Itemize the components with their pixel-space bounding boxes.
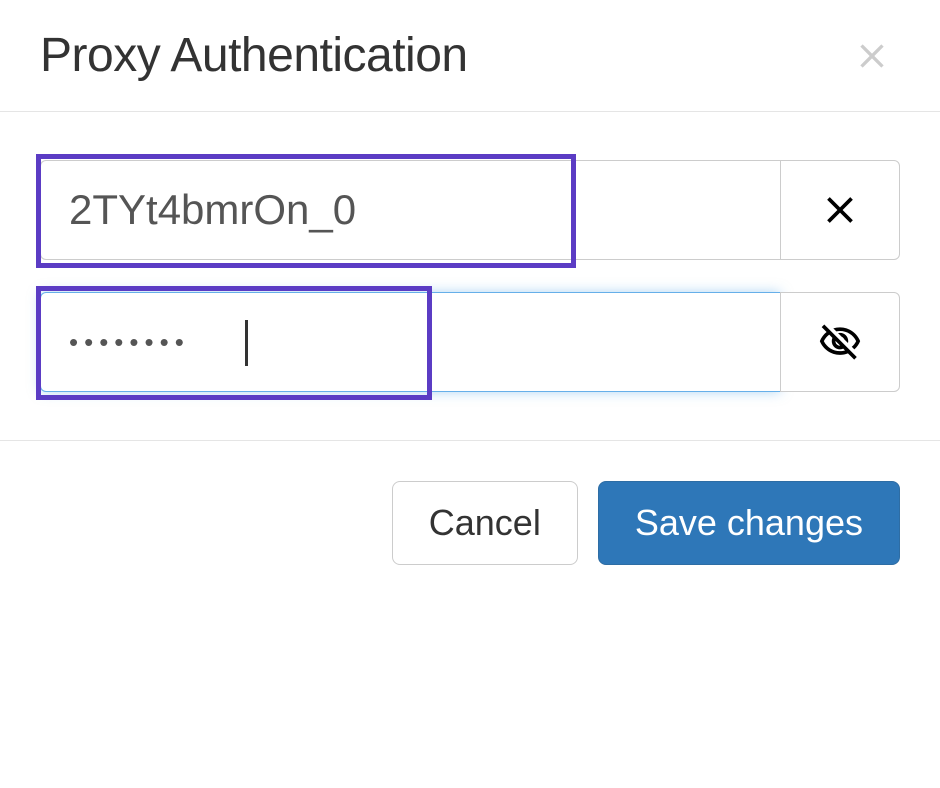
cancel-button[interactable]: Cancel — [392, 481, 578, 565]
modal-header: Proxy Authentication — [0, 0, 940, 112]
password-input[interactable] — [40, 292, 780, 392]
username-group — [40, 160, 900, 260]
modal-title: Proxy Authentication — [40, 28, 468, 83]
eye-off-icon — [818, 320, 862, 364]
close-button[interactable] — [844, 36, 900, 76]
modal-footer: Cancel Save changes — [0, 441, 940, 565]
toggle-password-visibility-button[interactable] — [780, 292, 900, 392]
x-icon — [818, 188, 862, 232]
modal-body — [0, 112, 940, 441]
close-icon — [852, 36, 892, 76]
save-button[interactable]: Save changes — [598, 481, 900, 565]
username-input[interactable] — [40, 160, 780, 260]
password-group — [40, 292, 900, 392]
clear-username-button[interactable] — [780, 160, 900, 260]
proxy-auth-modal: Proxy Authentication — [0, 0, 940, 565]
